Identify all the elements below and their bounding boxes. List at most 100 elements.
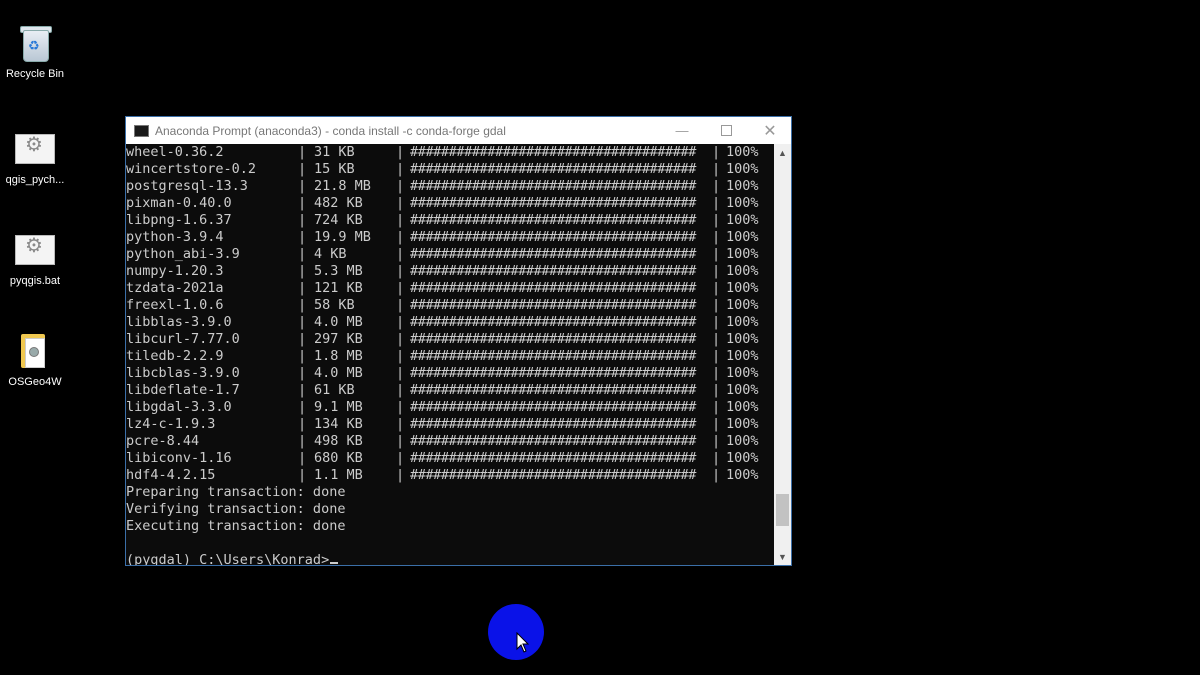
status-line: Verifying transaction: done (126, 501, 346, 517)
column-separator: | (396, 229, 405, 245)
desktop-icon-label: Recycle Bin (5, 68, 65, 80)
column-separator: | (298, 348, 307, 364)
column-separator: | (712, 450, 721, 466)
column-separator: | (298, 263, 307, 279)
progress-percent: 100% (726, 212, 759, 228)
package-name: python_abi-3.9 (126, 246, 240, 262)
column-separator: | (396, 178, 405, 194)
column-separator: | (712, 365, 721, 381)
scrollbar-thumb[interactable] (776, 494, 789, 526)
column-separator: | (396, 416, 405, 432)
column-separator: | (396, 348, 405, 364)
column-separator: | (298, 450, 307, 466)
package-size: 5.3 MB (314, 263, 363, 279)
package-name: numpy-1.20.3 (126, 263, 224, 279)
vertical-scrollbar[interactable]: ▲ ▼ (774, 144, 791, 565)
column-separator: | (396, 382, 405, 398)
column-separator: | (298, 433, 307, 449)
progress-percent: 100% (726, 467, 759, 483)
package-size: 21.8 MB (314, 178, 371, 194)
column-separator: | (712, 331, 721, 347)
package-size: 4 KB (314, 246, 347, 262)
column-separator: | (298, 365, 307, 381)
column-separator: | (712, 212, 721, 228)
text-cursor (330, 562, 339, 564)
column-separator: | (396, 365, 405, 381)
progress-bar: ##################################### (410, 331, 696, 347)
mouse-pointer-icon (516, 632, 530, 653)
command-prompt-line: (pygdal) C:\Users\Konrad> (126, 552, 339, 565)
close-icon: ✕ (763, 122, 777, 140)
desktop-icon-label: pyqgis.bat (9, 275, 61, 287)
column-separator: | (396, 144, 405, 160)
batch-file-icon: ⚙ (15, 231, 55, 271)
package-name: python-3.9.4 (126, 229, 224, 245)
anaconda-prompt-window[interactable]: Anaconda Prompt (anaconda3) - conda inst… (125, 116, 792, 566)
column-separator: | (712, 280, 721, 296)
desktop-icon-qgis-pycharm[interactable]: ⚙ qgis_pych... (0, 130, 70, 186)
package-size: 498 KB (314, 433, 363, 449)
column-separator: | (298, 144, 307, 160)
desktop-icon-osgeo4w[interactable]: OSGeo4W (0, 332, 70, 388)
package-size: 15 KB (314, 161, 355, 177)
command-prompt: (pygdal) C:\Users\Konrad> (126, 552, 330, 565)
package-name: libblas-3.9.0 (126, 314, 232, 330)
column-separator: | (712, 144, 721, 160)
package-size: 724 KB (314, 212, 363, 228)
progress-bar: ##################################### (410, 297, 696, 313)
package-size: 1.8 MB (314, 348, 363, 364)
progress-percent: 100% (726, 382, 759, 398)
progress-bar: ##################################### (410, 246, 696, 262)
progress-bar: ##################################### (410, 450, 696, 466)
column-separator: | (712, 382, 721, 398)
window-titlebar[interactable]: Anaconda Prompt (anaconda3) - conda inst… (126, 117, 791, 144)
progress-percent: 100% (726, 450, 759, 466)
package-name: libiconv-1.16 (126, 450, 232, 466)
package-size: 482 KB (314, 195, 363, 211)
package-name: libgdal-3.3.0 (126, 399, 232, 415)
package-size: 680 KB (314, 450, 363, 466)
column-separator: | (396, 161, 405, 177)
package-size: 297 KB (314, 331, 363, 347)
progress-percent: 100% (726, 178, 759, 194)
column-separator: | (712, 178, 721, 194)
progress-percent: 100% (726, 144, 759, 160)
column-separator: | (712, 229, 721, 245)
close-button[interactable]: ✕ (748, 117, 792, 144)
package-name: pixman-0.40.0 (126, 195, 232, 211)
console-output[interactable]: wheel-0.36.2 | 31 KB | #####################… (126, 144, 774, 565)
package-size: 31 KB (314, 144, 355, 160)
desktop-icon-label: qgis_pych... (5, 174, 65, 186)
progress-bar: ##################################### (410, 161, 696, 177)
column-separator: | (298, 229, 307, 245)
progress-percent: 100% (726, 246, 759, 262)
column-separator: | (712, 263, 721, 279)
column-separator: | (396, 467, 405, 483)
desktop-icon-label: OSGeo4W (8, 376, 62, 388)
minimize-button[interactable]: — (660, 117, 704, 144)
maximize-icon (720, 125, 732, 136)
batch-file-icon: ⚙ (15, 130, 55, 170)
column-separator: | (298, 297, 307, 313)
progress-bar: ##################################### (410, 416, 696, 432)
maximize-button[interactable] (704, 117, 748, 144)
package-name: libdeflate-1.7 (126, 382, 240, 398)
scroll-up-button[interactable]: ▲ (774, 144, 791, 161)
minimize-icon: — (675, 123, 689, 138)
progress-percent: 100% (726, 331, 759, 347)
progress-percent: 100% (726, 314, 759, 330)
progress-percent: 100% (726, 416, 759, 432)
progress-bar: ##################################### (410, 229, 696, 245)
progress-bar: ##################################### (410, 433, 696, 449)
column-separator: | (298, 314, 307, 330)
package-name: libcblas-3.9.0 (126, 365, 240, 381)
package-name: libpng-1.6.37 (126, 212, 232, 228)
progress-percent: 100% (726, 297, 759, 313)
desktop-icon-recycle-bin[interactable]: ♻ Recycle Bin (0, 24, 70, 80)
package-size: 4.0 MB (314, 314, 363, 330)
progress-bar: ##################################### (410, 195, 696, 211)
desktop-icon-pyqgis[interactable]: ⚙ pyqgis.bat (0, 231, 70, 287)
column-separator: | (396, 314, 405, 330)
scroll-down-button[interactable]: ▼ (774, 548, 791, 565)
package-name: pcre-8.44 (126, 433, 200, 449)
